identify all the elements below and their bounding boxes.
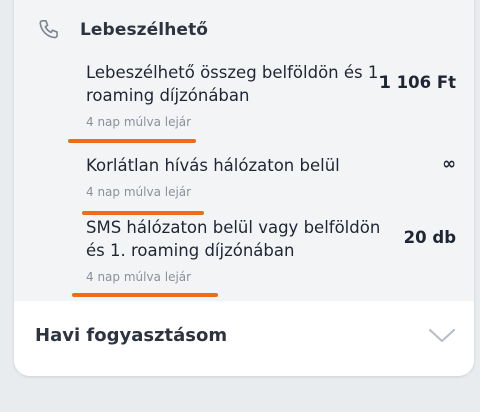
list-item: Lebeszélhető összeg belföldön és 1. roam… — [86, 61, 456, 129]
item-expiry: 4 nap múlva lejár — [86, 185, 192, 199]
item-expiry: 4 nap múlva lejár — [86, 270, 192, 284]
monthly-usage-label: Havi fogyasztásom — [35, 325, 228, 346]
annotation-underline — [72, 293, 218, 297]
item-expiry: 4 nap múlva lejár — [86, 115, 192, 129]
call-allowance-section: Lebeszélhető Lebeszélhető összeg belföld… — [14, 0, 474, 301]
section-header: Lebeszélhető — [36, 16, 208, 44]
annotation-underline — [68, 139, 196, 143]
section-title: Lebeszélhető — [80, 20, 209, 40]
usage-card: Lebeszélhető Lebeszélhető összeg belföld… — [14, 0, 474, 376]
item-value: ∞ — [442, 154, 456, 173]
item-label: Lebeszélhető összeg belföldön és 1. roam… — [86, 63, 384, 105]
item-value: 20 db — [403, 228, 456, 247]
item-label: SMS hálózaton belül vagy belföldön és 1.… — [86, 218, 381, 260]
list-item: Korlátlan hívás hálózaton belül ∞ 4 nap … — [86, 154, 456, 199]
monthly-usage-row[interactable]: Havi fogyasztásom — [14, 301, 474, 376]
annotation-underline — [82, 211, 204, 215]
item-value: 1 106 Ft — [379, 73, 456, 92]
phone-icon — [36, 16, 64, 44]
list-item: SMS hálózaton belül vagy belföldön és 1.… — [86, 216, 456, 284]
chevron-down-icon[interactable] — [428, 327, 456, 345]
item-label: Korlátlan hívás hálózaton belül — [86, 156, 340, 175]
